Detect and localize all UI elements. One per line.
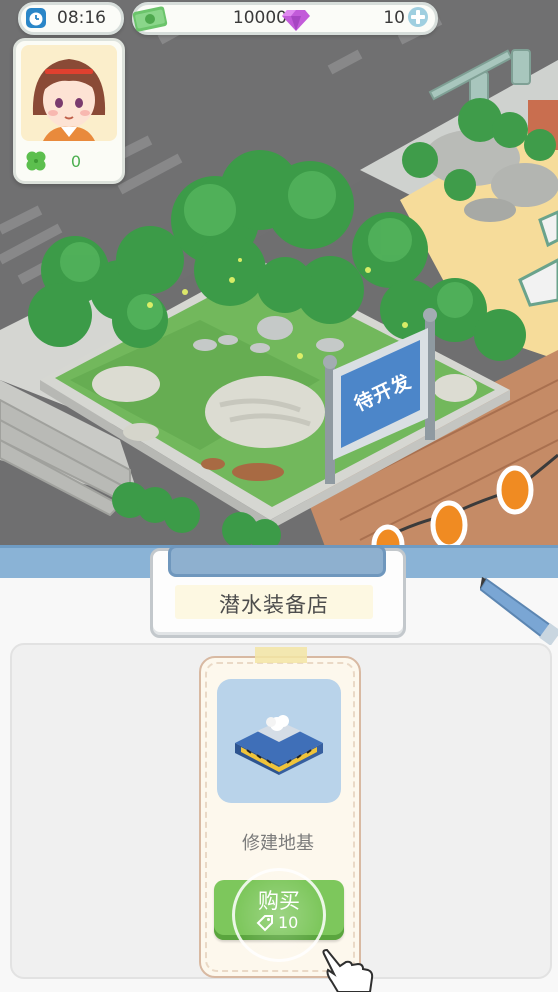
gem-amount: 10	[383, 8, 405, 28]
clover-icon	[26, 151, 46, 171]
item-name: 修建地基	[242, 833, 314, 854]
plus-icon[interactable]	[407, 6, 429, 28]
buy-price: 10	[278, 913, 299, 932]
foundation-icon	[235, 715, 323, 775]
buy-button-label: 购买	[258, 889, 300, 913]
player-avatar-card[interactable]: 0	[13, 38, 125, 184]
card-tape	[255, 647, 307, 663]
pointer-hand-icon	[322, 948, 374, 992]
buy-button[interactable]: 购买 10	[214, 880, 344, 940]
clipboard-clip	[168, 545, 386, 577]
item-image-tile	[217, 679, 341, 803]
currency-bar: 10000 10	[132, 2, 438, 35]
avatar-portrait-art	[32, 59, 106, 141]
clock-icon	[26, 8, 46, 28]
time-display: 08:16	[18, 2, 124, 35]
shop-title: 潜水装备店	[219, 593, 329, 617]
shop-title-tape: 潜水装备店	[175, 585, 373, 619]
gem-icon	[282, 10, 310, 31]
clover-count: 0	[70, 152, 82, 171]
game-screen: 待开发 08:16 10000 10 0 潜水装备店 修建地基 购买 10	[0, 0, 558, 992]
time-text: 08:16	[57, 8, 106, 28]
ticket-icon	[256, 915, 273, 932]
cash-icon	[132, 6, 168, 32]
avatar	[21, 45, 117, 141]
money-amount: 10000	[232, 8, 287, 28]
pencil-icon	[480, 577, 558, 645]
